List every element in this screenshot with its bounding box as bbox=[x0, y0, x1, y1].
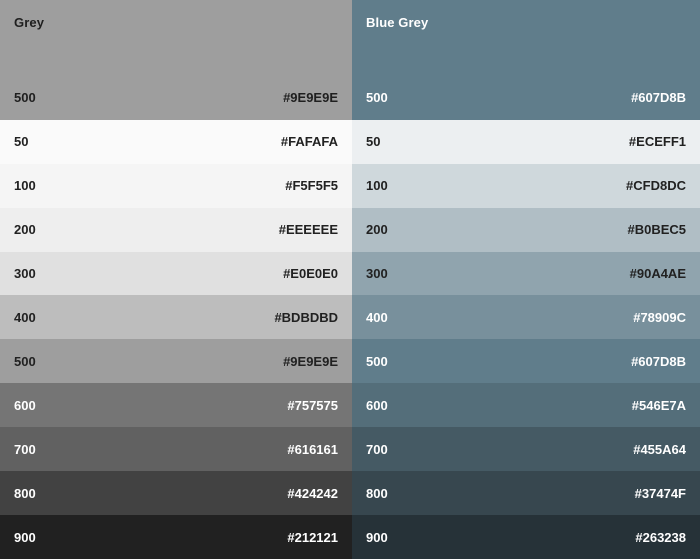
color-swatch[interactable]: 300 #E0E0E0 bbox=[0, 251, 352, 296]
color-swatch[interactable]: 900 #263238 bbox=[352, 515, 700, 559]
color-swatch[interactable]: 400 #78909C bbox=[352, 295, 700, 340]
palette-column-blue-grey: Blue Grey 500 #607D8B 50 #ECEFF1 100 #CFD8… bbox=[352, 0, 700, 559]
shade-label: 50 bbox=[366, 134, 381, 150]
palette-header: Grey 500 #9E9E9E bbox=[0, 0, 352, 120]
hex-label: #E0E0E0 bbox=[283, 266, 338, 281]
hex-label: #607D8B bbox=[631, 353, 686, 369]
color-swatch[interactable]: 300 #90A4AE bbox=[352, 251, 700, 296]
color-swatch[interactable]: 600 #757575 bbox=[0, 383, 352, 428]
shade-label: 900 bbox=[14, 529, 36, 545]
color-swatch[interactable]: 700 #455A64 bbox=[352, 427, 700, 472]
palette-primary-row: 500 #9E9E9E bbox=[14, 90, 338, 105]
shade-label: 600 bbox=[14, 397, 36, 413]
palette-column-grey: Grey 500 #9E9E9E 50 #FAFAFA 100 #F5F5F5 20… bbox=[0, 0, 352, 559]
hex-label: #B0BEC5 bbox=[627, 222, 686, 238]
color-swatch[interactable]: 200 #EEEEEE bbox=[0, 207, 352, 252]
hex-label: #9E9E9E bbox=[283, 353, 338, 369]
hex-label: #37474F bbox=[634, 485, 686, 501]
shade-label: 100 bbox=[14, 178, 36, 194]
primary-shade-label: 500 bbox=[14, 90, 36, 105]
primary-hex-label: #607D8B bbox=[631, 90, 686, 105]
color-swatch[interactable]: 50 #FAFAFA bbox=[0, 119, 352, 164]
palette-primary-row: 500 #607D8B bbox=[366, 90, 686, 105]
hex-label: #78909C bbox=[633, 309, 686, 325]
shade-label: 600 bbox=[366, 397, 388, 413]
hex-label: #546E7A bbox=[631, 397, 686, 413]
shade-label: 500 bbox=[366, 353, 388, 369]
color-swatch[interactable]: 500 #9E9E9E bbox=[0, 339, 352, 384]
hex-label: #EEEEEE bbox=[278, 222, 338, 238]
shade-label: 800 bbox=[366, 485, 388, 501]
primary-shade-label: 500 bbox=[366, 90, 388, 105]
hex-label: #263238 bbox=[635, 529, 686, 545]
color-swatch[interactable]: 400 #BDBDBD bbox=[0, 295, 352, 340]
hex-label: #455A64 bbox=[633, 441, 686, 457]
palette-title: Grey bbox=[14, 15, 45, 30]
shade-label: 200 bbox=[14, 222, 36, 238]
shade-label: 300 bbox=[366, 266, 388, 281]
hex-label: #CFD8DC bbox=[626, 178, 686, 194]
shade-label: 900 bbox=[366, 529, 388, 545]
color-swatch[interactable]: 600 #546E7A bbox=[352, 383, 700, 428]
shade-label: 700 bbox=[366, 441, 388, 457]
hex-label: #424242 bbox=[287, 485, 338, 501]
color-palette: Grey 500 #9E9E9E 50 #FAFAFA 100 #F5F5F5 20… bbox=[0, 0, 700, 559]
hex-label: #ECEFF1 bbox=[628, 134, 686, 150]
hex-label: #212121 bbox=[287, 529, 338, 545]
color-swatch[interactable]: 100 #F5F5F5 bbox=[0, 163, 352, 208]
color-swatch[interactable]: 200 #B0BEC5 bbox=[352, 207, 700, 252]
shade-label: 700 bbox=[14, 441, 36, 457]
shade-label: 200 bbox=[366, 222, 388, 238]
hex-label: #F5F5F5 bbox=[285, 178, 338, 194]
shade-label: 400 bbox=[14, 309, 36, 325]
hex-label: #90A4AE bbox=[629, 266, 686, 281]
palette-title: Blue Grey bbox=[366, 15, 429, 30]
hex-label: #616161 bbox=[287, 441, 338, 457]
shade-label: 100 bbox=[366, 178, 388, 194]
color-swatch[interactable]: 800 #37474F bbox=[352, 471, 700, 516]
color-swatch[interactable]: 800 #424242 bbox=[0, 471, 352, 516]
hex-label: #757575 bbox=[287, 397, 338, 413]
shade-label: 800 bbox=[14, 485, 36, 501]
primary-hex-label: #9E9E9E bbox=[283, 90, 338, 105]
hex-label: #FAFAFA bbox=[280, 134, 338, 150]
shade-label: 500 bbox=[14, 353, 36, 369]
color-swatch[interactable]: 50 #ECEFF1 bbox=[352, 119, 700, 164]
shade-label: 300 bbox=[14, 266, 36, 281]
palette-header: Blue Grey 500 #607D8B bbox=[352, 0, 700, 120]
shade-label: 50 bbox=[14, 134, 29, 150]
color-swatch[interactable]: 500 #607D8B bbox=[352, 339, 700, 384]
color-swatch[interactable]: 900 #212121 bbox=[0, 515, 352, 559]
color-swatch[interactable]: 100 #CFD8DC bbox=[352, 163, 700, 208]
hex-label: #BDBDBD bbox=[274, 309, 338, 325]
shade-label: 400 bbox=[366, 309, 388, 325]
color-swatch[interactable]: 700 #616161 bbox=[0, 427, 352, 472]
